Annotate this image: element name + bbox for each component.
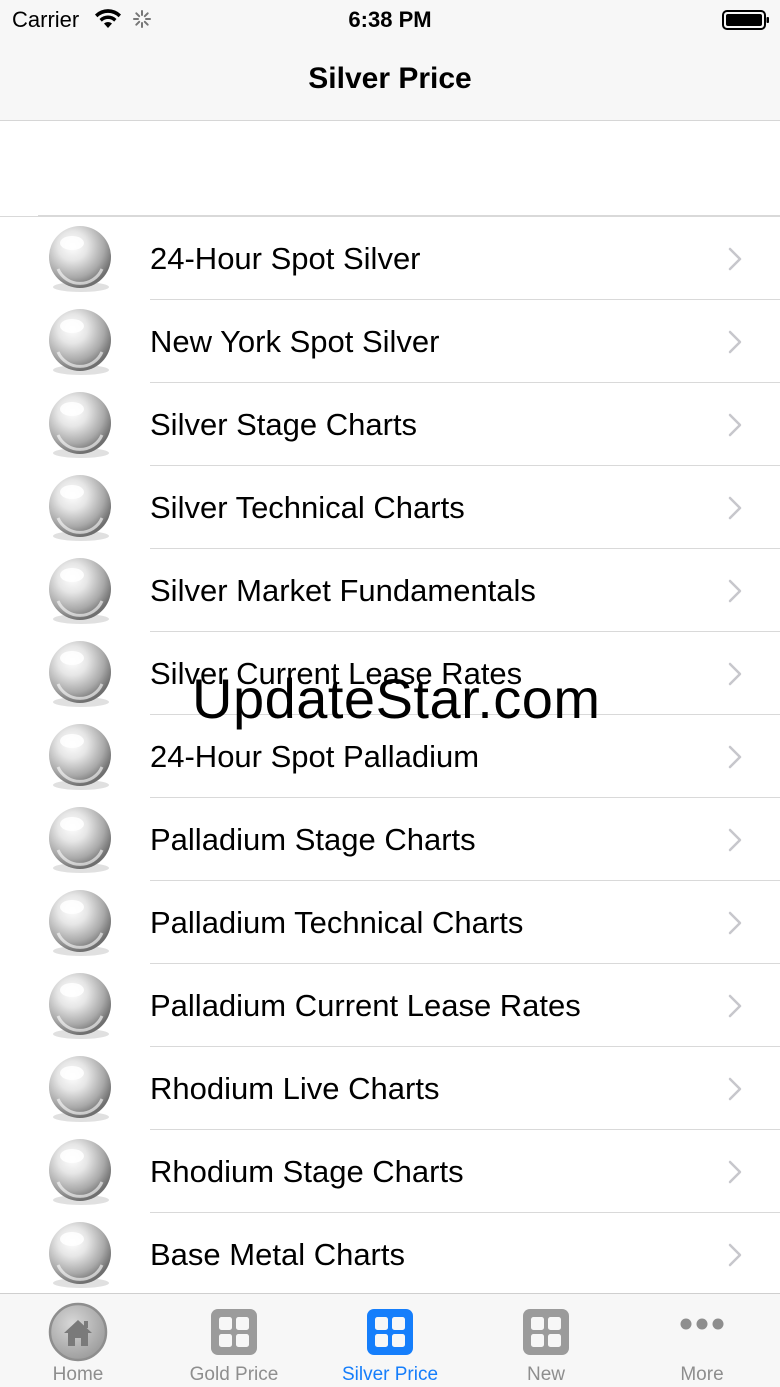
silver-ball-icon	[49, 641, 111, 707]
tab-label: More	[680, 1364, 724, 1385]
silver-ball-icon	[49, 1139, 111, 1205]
tab-home[interactable]: Home	[0, 1294, 156, 1387]
list-item-label: 24-Hour Spot Palladium	[150, 739, 480, 774]
chevron-right-icon	[728, 911, 742, 935]
tab-label: New	[526, 1364, 565, 1385]
status-bar: Carrier 6:38 PM	[0, 0, 780, 40]
silver-ball-icon	[49, 1222, 111, 1288]
list-item[interactable]: 24-Hour Spot Silver	[0, 217, 780, 300]
chevron-right-icon	[728, 994, 742, 1018]
tab-more[interactable]: More	[624, 1294, 780, 1387]
chevron-right-icon	[728, 579, 742, 603]
page-title: Silver Price	[308, 62, 472, 95]
home-icon	[48, 1302, 108, 1362]
tab-label: Gold Price	[189, 1364, 279, 1385]
list-item-label: Base Metal Charts	[150, 1237, 405, 1272]
list-item-label: New York Spot Silver	[150, 324, 440, 359]
chevron-right-icon	[728, 330, 742, 354]
list-item[interactable]: Silver Technical Charts	[0, 466, 780, 549]
silver-ball-icon	[49, 807, 111, 873]
chevron-right-icon	[728, 1160, 742, 1184]
chevron-right-icon	[728, 413, 742, 437]
watermark-text: UpdateStar.com	[192, 667, 601, 730]
list-item-label: Palladium Current Lease Rates	[150, 988, 581, 1023]
battery-icon	[722, 10, 769, 30]
navigation-bar: Silver Price	[0, 40, 780, 121]
list-item[interactable]: New York Spot Silver	[0, 300, 780, 383]
chevron-right-icon	[728, 1077, 742, 1101]
list-item[interactable]: Silver Market Fundamentals	[0, 549, 780, 632]
list-item-label: Palladium Stage Charts	[150, 822, 476, 857]
silver-ball-icon	[49, 309, 111, 375]
chevron-right-icon	[728, 828, 742, 852]
chevron-right-icon	[728, 662, 742, 686]
more-icon	[680, 1318, 724, 1330]
list-item-label: Rhodium Stage Charts	[150, 1154, 464, 1189]
list-item[interactable]: Palladium Stage Charts	[0, 798, 780, 881]
chevron-right-icon	[728, 496, 742, 520]
silver-ball-icon	[49, 1056, 111, 1122]
silver-ball-icon	[49, 724, 111, 790]
list-item-label: Silver Market Fundamentals	[150, 573, 536, 608]
grid-icon	[523, 1309, 569, 1355]
list-item[interactable]: Rhodium Stage Charts	[0, 1130, 780, 1213]
tab-label: Silver Price	[341, 1364, 439, 1385]
tab-new[interactable]: New	[468, 1294, 624, 1387]
chevron-right-icon	[728, 1243, 742, 1267]
silver-ball-icon	[49, 973, 111, 1039]
list-item[interactable]: Palladium Current Lease Rates	[0, 964, 780, 1047]
list-item-label: Silver Technical Charts	[150, 490, 465, 525]
list-item-label: Palladium Technical Charts	[150, 905, 524, 940]
silver-ball-icon	[49, 890, 111, 956]
chevron-right-icon	[728, 745, 742, 769]
list-item-label: Silver Stage Charts	[150, 407, 418, 442]
silver-ball-icon	[49, 475, 111, 541]
tab-gold-price[interactable]: Gold Price	[156, 1294, 312, 1387]
silver-ball-icon	[49, 392, 111, 458]
tab-label: Home	[52, 1364, 104, 1385]
grid-icon	[211, 1309, 257, 1355]
list-item[interactable]: Palladium Technical Charts	[0, 881, 780, 964]
list-item[interactable]: Rhodium Live Charts	[0, 1047, 780, 1130]
list-item-label: 24-Hour Spot Silver	[150, 241, 421, 276]
list-item-label: Rhodium Live Charts	[150, 1071, 440, 1106]
list-item[interactable]: Base Metal Charts	[0, 1213, 780, 1295]
tab-bar: Home Gold Price Silver Price New More	[0, 1293, 780, 1387]
grid-icon	[367, 1309, 413, 1355]
chevron-right-icon	[728, 247, 742, 271]
silver-ball-icon	[49, 558, 111, 624]
status-time: 6:38 PM	[348, 7, 432, 32]
tab-silver-price[interactable]: Silver Price	[312, 1294, 468, 1387]
list-item[interactable]: Silver Stage Charts	[0, 383, 780, 466]
menu-list: 24-Hour Spot Silver New York Spot Silver S…	[0, 216, 780, 1295]
silver-ball-icon	[49, 226, 111, 292]
